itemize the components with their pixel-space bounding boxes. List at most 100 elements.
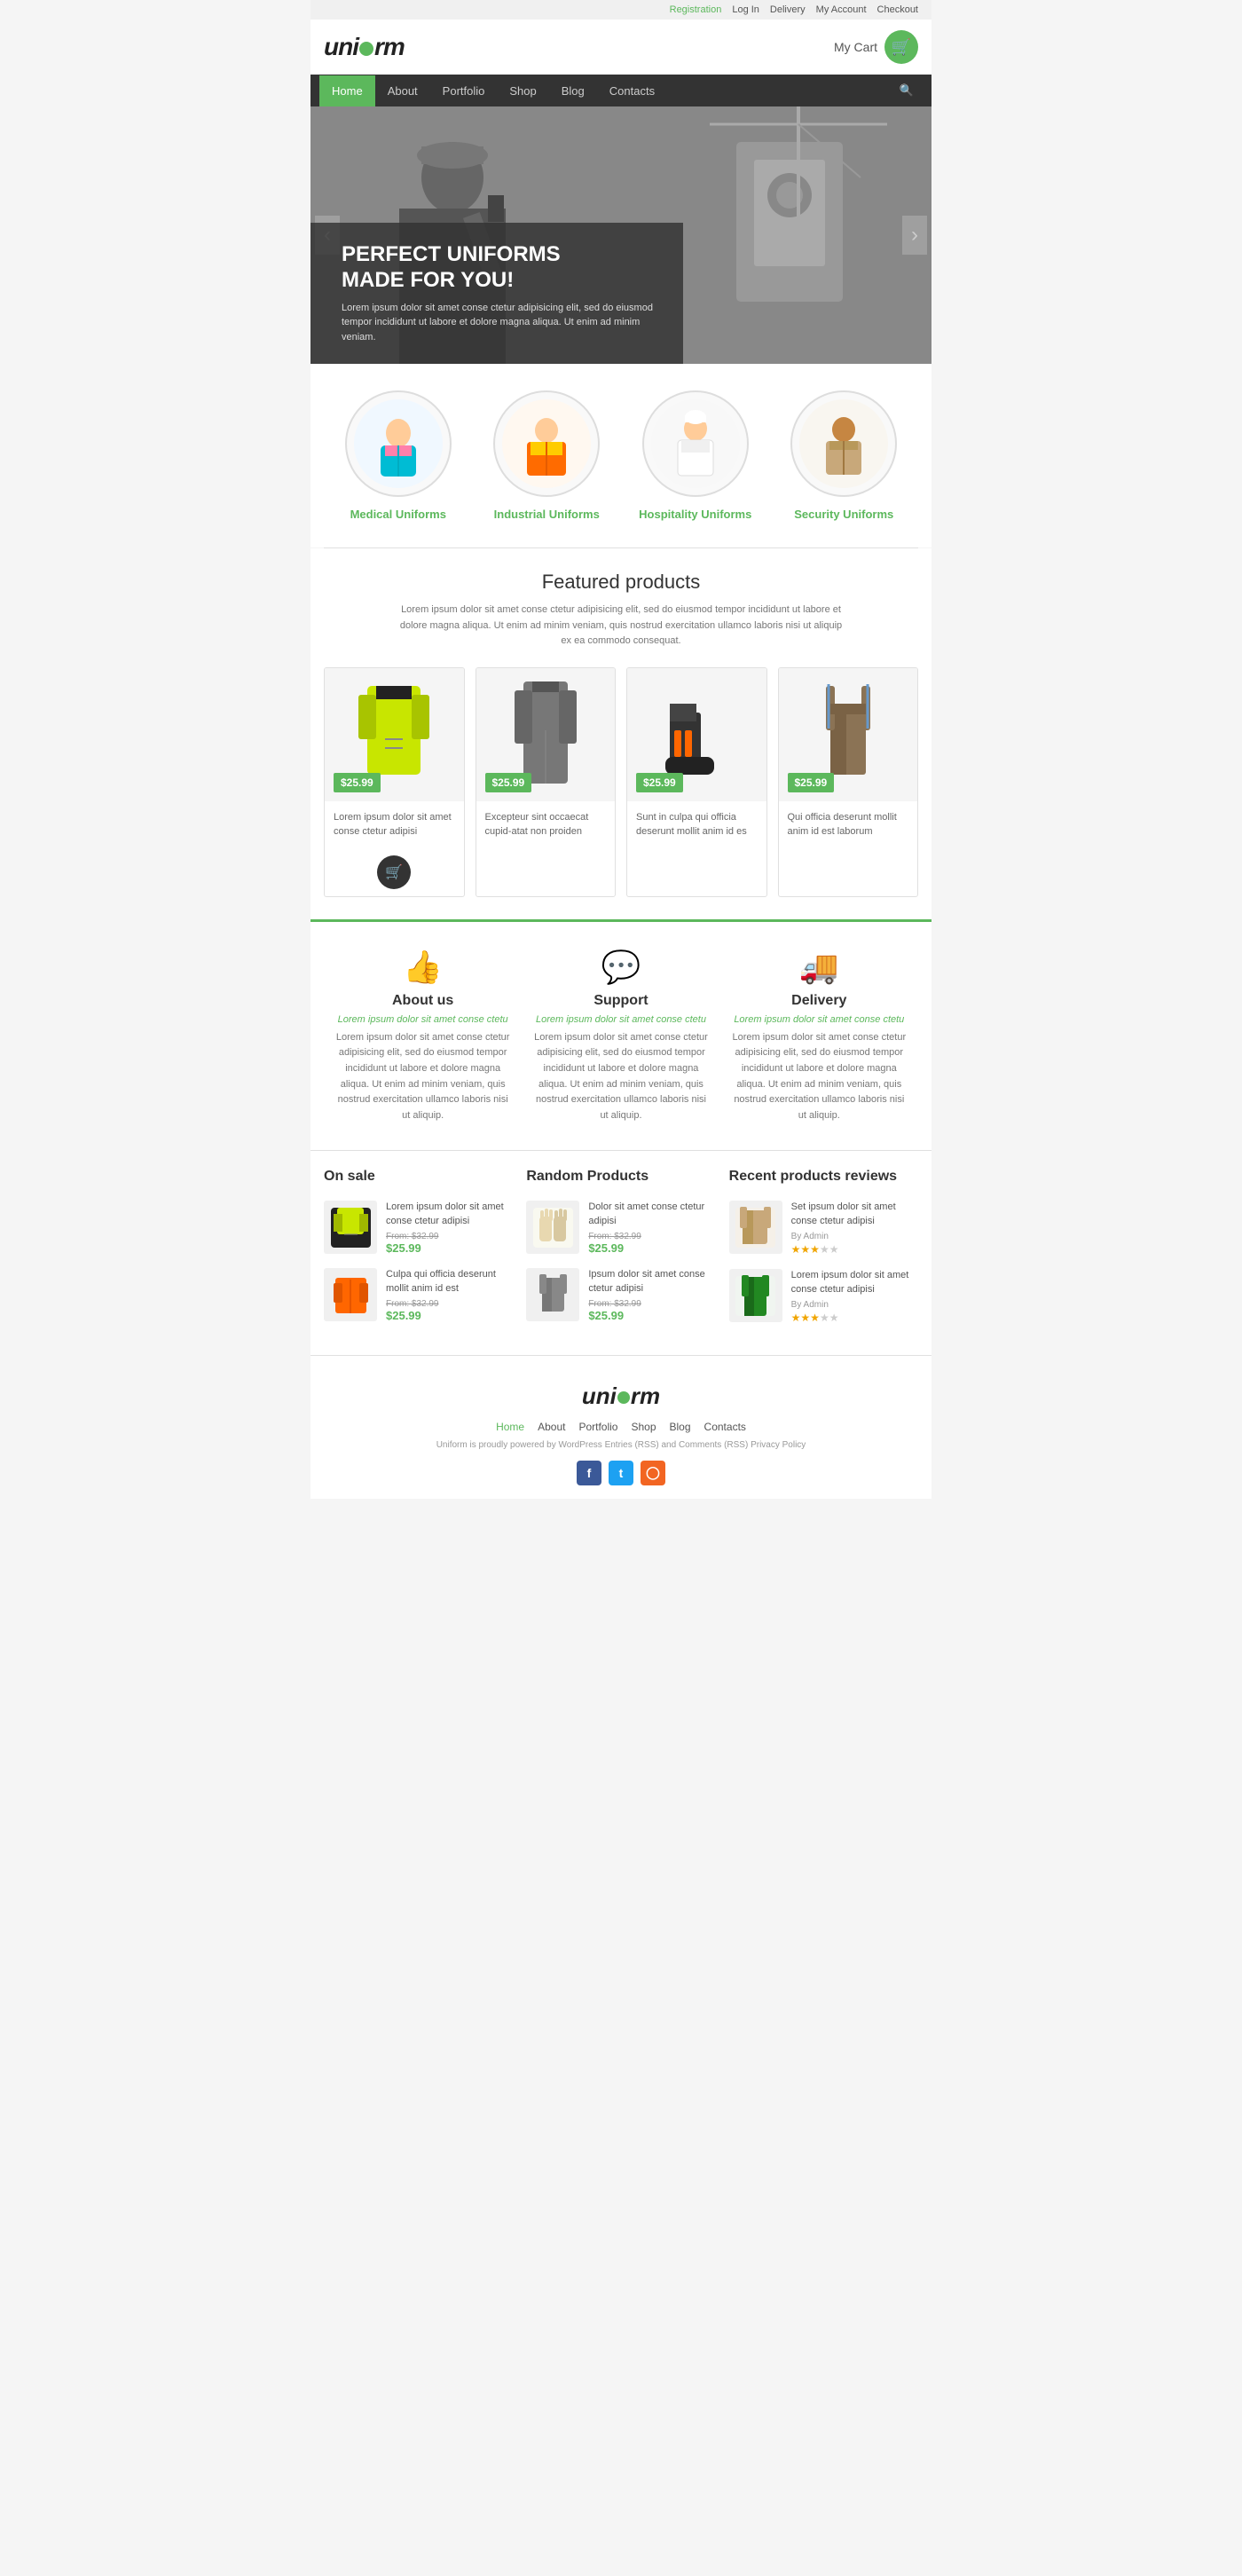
info-delivery: 🚚 Delivery Lorem ipsum dolor sit amet co… [730, 949, 908, 1124]
cart-label: My Cart [834, 40, 877, 54]
footer-nav-portfolio[interactable]: Portfolio [578, 1421, 617, 1433]
social-icons: f t ◯ [324, 1461, 918, 1485]
info-support: 💬 Support Lorem ipsum dolor sit amet con… [531, 949, 710, 1124]
random-product-2-image [526, 1268, 579, 1321]
price-badge-3: $25.99 [636, 773, 683, 792]
product-image-3: $25.99 [627, 668, 766, 801]
recent-review-2-name: Lorem ipsum dolor sit amet conse ctetur … [791, 1269, 918, 1296]
footer-nav: Home About Portfolio Shop Blog Contacts [324, 1421, 918, 1433]
category-medical-image [345, 390, 452, 497]
logo[interactable]: unirm [324, 33, 405, 61]
product-card-1: $25.99 Lorem ipsum dolor sit amet conse … [324, 667, 465, 897]
on-sale-product-1-old-price: From: $32.99 [386, 1232, 513, 1241]
random-product-2-name: Ipsum dolor sit amet conse ctetur adipis… [588, 1268, 715, 1296]
footer-nav-blog[interactable]: Blog [670, 1421, 691, 1433]
on-sale-title: On sale [324, 1169, 513, 1190]
add-to-cart-1[interactable]: 🛒 [377, 855, 411, 889]
top-bar: Registration Log In Delivery My Account … [310, 0, 932, 20]
info-about: 👍 About us Lorem ipsum dolor sit amet co… [334, 949, 512, 1124]
category-hospitality-image [642, 390, 749, 497]
info-delivery-title: Delivery [730, 993, 908, 1009]
hero-next-arrow[interactable]: › [902, 216, 927, 255]
login-link[interactable]: Log In [732, 4, 759, 15]
recent-review-2-stars: ★★★★★ [791, 1312, 918, 1324]
recent-review-1-stars: ★★★★★ [791, 1243, 918, 1256]
nav-contacts[interactable]: Contacts [597, 75, 667, 106]
recent-review-1: Set ipsum dolor sit amet conse ctetur ad… [729, 1201, 918, 1256]
footer-nav-about[interactable]: About [538, 1421, 565, 1433]
category-medical-label: Medical Uniforms [333, 508, 463, 521]
random-products-title: Random Products [526, 1169, 715, 1190]
product-desc-4: Qui officia deserunt mollit anim id est … [779, 801, 918, 848]
on-sale-column: On sale Lorem ipsum dolor sit amet conse… [324, 1169, 513, 1337]
on-sale-product-2-image [324, 1268, 377, 1321]
product-desc-2: Excepteur sint occaecat cupid-atat non p… [476, 801, 616, 848]
cart-button[interactable]: 🛒 [884, 30, 918, 64]
product-image-4: $25.99 [779, 668, 918, 801]
facebook-icon[interactable]: f [577, 1461, 601, 1485]
myaccount-link[interactable]: My Account [816, 4, 867, 15]
footer-nav-contacts[interactable]: Contacts [704, 1421, 746, 1433]
featured-section: Featured products Lorem ipsum dolor sit … [310, 548, 932, 919]
nav-portfolio[interactable]: Portfolio [430, 75, 498, 106]
hero-overlay: PERFECT UNIFORMSMADE FOR YOU! Lorem ipsu… [310, 223, 683, 364]
nav-about[interactable]: About [375, 75, 430, 106]
footer: unirm Home About Portfolio Shop Blog Con… [310, 1355, 932, 1499]
recent-review-1-author: By Admin [791, 1232, 918, 1241]
product-image-1: $25.99 [325, 668, 464, 801]
category-medical[interactable]: Medical Uniforms [333, 390, 463, 521]
random-product-1-info: Dolor sit amet conse ctetur adipisi From… [588, 1201, 715, 1255]
info-support-subtitle: Lorem ipsum dolor sit amet conse ctetu [531, 1014, 710, 1025]
recent-reviews-column: Recent products reviews Set ipsum dolor … [729, 1169, 918, 1337]
hero-banner: ‹ PERFECT UNIFORMSMADE FOR YOU! Lorem ip… [310, 106, 932, 364]
info-delivery-text: Lorem ipsum dolor sit amet conse ctetur … [730, 1030, 908, 1124]
price-badge-2: $25.99 [485, 773, 532, 792]
recent-review-1-info: Set ipsum dolor sit amet conse ctetur ad… [791, 1201, 918, 1256]
recent-review-2-author: By Admin [791, 1300, 918, 1310]
rss-icon[interactable]: ◯ [641, 1461, 665, 1485]
chat-icon: 💬 [531, 949, 710, 986]
category-security[interactable]: Security Uniforms [779, 390, 909, 521]
random-product-1-price: $25.99 [588, 1241, 715, 1255]
info-delivery-subtitle: Lorem ipsum dolor sit amet conse ctetu [730, 1014, 908, 1025]
footer-nav-home[interactable]: Home [496, 1421, 524, 1433]
footer-logo: unirm [324, 1383, 918, 1410]
info-about-title: About us [334, 993, 512, 1009]
registration-link[interactable]: Registration [670, 4, 722, 15]
nav-shop[interactable]: Shop [497, 75, 548, 106]
category-industrial[interactable]: Industrial Uniforms [482, 390, 612, 521]
truck-icon: 🚚 [730, 949, 908, 986]
recent-review-1-name: Set ipsum dolor sit amet conse ctetur ad… [791, 1201, 918, 1228]
bottom-section: On sale Lorem ipsum dolor sit amet conse… [310, 1150, 932, 1355]
random-product-1-old-price: From: $32.99 [588, 1232, 715, 1241]
nav-blog[interactable]: Blog [549, 75, 597, 106]
product-desc-1: Lorem ipsum dolor sit amet conse ctetur … [325, 801, 464, 848]
info-about-subtitle: Lorem ipsum dolor sit amet conse ctetu [334, 1014, 512, 1025]
random-product-2-old-price: From: $32.99 [588, 1299, 715, 1309]
delivery-link[interactable]: Delivery [770, 4, 806, 15]
on-sale-product-2-old-price: From: $32.99 [386, 1299, 513, 1309]
nav-home[interactable]: Home [319, 75, 375, 106]
price-badge-1: $25.99 [334, 773, 381, 792]
on-sale-product-1-info: Lorem ipsum dolor sit amet conse ctetur … [386, 1201, 513, 1255]
thumbsup-icon: 👍 [334, 949, 512, 986]
random-product-1: Dolor sit amet conse ctetur adipisi From… [526, 1201, 715, 1255]
recent-review-1-image [729, 1201, 782, 1254]
product-desc-3: Sunt in culpa qui officia deserunt molli… [627, 801, 766, 848]
on-sale-product-1: Lorem ipsum dolor sit amet conse ctetur … [324, 1201, 513, 1255]
on-sale-product-2-price: $25.99 [386, 1309, 513, 1322]
header: unirm My Cart 🛒 [310, 20, 932, 75]
category-hospitality[interactable]: Hospitality Uniforms [630, 390, 760, 521]
products-grid: $25.99 Lorem ipsum dolor sit amet conse … [324, 667, 918, 897]
random-product-2: Ipsum dolor sit amet conse ctetur adipis… [526, 1268, 715, 1322]
footer-nav-shop[interactable]: Shop [631, 1421, 656, 1433]
featured-desc: Lorem ipsum dolor sit amet conse ctetur … [399, 603, 843, 650]
on-sale-product-2-name: Culpa qui officia deserunt mollit anim i… [386, 1268, 513, 1296]
twitter-icon[interactable]: t [609, 1461, 633, 1485]
category-security-label: Security Uniforms [779, 508, 909, 521]
recent-reviews-title: Recent products reviews [729, 1169, 918, 1190]
random-product-2-info: Ipsum dolor sit amet conse ctetur adipis… [588, 1268, 715, 1322]
search-icon[interactable]: 🔍 [891, 75, 923, 106]
recent-review-2-image [729, 1269, 782, 1322]
checkout-link[interactable]: Checkout [877, 4, 918, 15]
